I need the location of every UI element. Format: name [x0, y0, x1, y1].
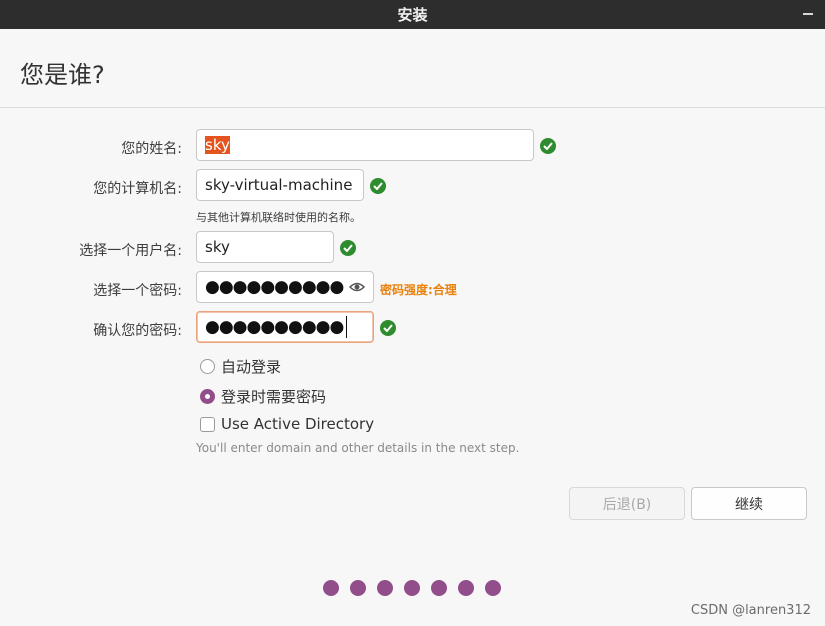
password-value: ●●●●●●●●●● — [205, 277, 344, 297]
computer-name-input[interactable]: sky-virtual-machine — [196, 169, 364, 201]
progress-dot — [404, 580, 420, 596]
name-value: sky — [205, 136, 230, 154]
password-input[interactable]: ●●●●●●●●●● — [196, 271, 374, 303]
progress-dot — [485, 580, 501, 596]
username-label: 选择一个用户名: — [79, 243, 182, 259]
divider — [0, 107, 825, 108]
minimize-icon[interactable] — [803, 13, 813, 15]
progress-dot — [377, 580, 393, 596]
username-value: sky — [205, 238, 230, 256]
require-password-label: 登录时需要密码 — [221, 388, 327, 406]
username-input[interactable]: sky — [196, 231, 334, 263]
computer-value: sky-virtual-machine — [205, 176, 353, 194]
text-caret — [346, 316, 348, 338]
continue-button[interactable]: 继续 — [691, 487, 807, 520]
checkbox[interactable] — [200, 416, 215, 432]
confirm-password-input[interactable]: ●●●●●●●●●● — [196, 311, 374, 343]
progress-dot — [458, 580, 474, 596]
password-strength: 密码强度:合理 — [380, 283, 457, 297]
name-label: 您的姓名: — [121, 141, 182, 157]
active-directory-hint: You'll enter domain and other details in… — [196, 441, 520, 455]
window-title: 安装 — [397, 6, 428, 24]
auto-login-option[interactable]: 自动登录 — [200, 356, 281, 377]
require-password-option[interactable]: 登录时需要密码 — [200, 386, 326, 407]
active-directory-label: Use Active Directory — [221, 415, 375, 433]
window-titlebar: 安装 — [0, 0, 825, 29]
password-label: 选择一个密码: — [93, 283, 182, 299]
progress-dot — [323, 580, 339, 596]
computer-label: 您的计算机名: — [93, 181, 182, 197]
back-button[interactable]: 后退(B) — [569, 487, 685, 520]
active-directory-option[interactable]: Use Active Directory — [200, 415, 374, 433]
auto-login-label: 自动登录 — [221, 358, 282, 376]
confirm-value: ●●●●●●●●●● — [205, 317, 344, 337]
check-circle-icon — [340, 240, 356, 256]
confirm-label: 确认您的密码: — [93, 323, 182, 339]
name-input[interactable]: sky — [196, 129, 534, 161]
progress-dot — [350, 580, 366, 596]
eye-icon[interactable] — [349, 280, 365, 294]
check-circle-icon — [380, 320, 396, 336]
radio-button[interactable] — [200, 359, 215, 374]
page-title: 您是谁? — [20, 61, 105, 89]
check-circle-icon — [370, 178, 386, 194]
radio-button-selected[interactable] — [200, 389, 215, 404]
watermark: CSDN @lanren312 — [690, 603, 811, 618]
progress-dot — [431, 580, 447, 596]
computer-hint: 与其他计算机联络时使用的名称。 — [196, 211, 361, 224]
check-circle-icon — [540, 138, 556, 154]
progress-dots — [323, 580, 501, 596]
